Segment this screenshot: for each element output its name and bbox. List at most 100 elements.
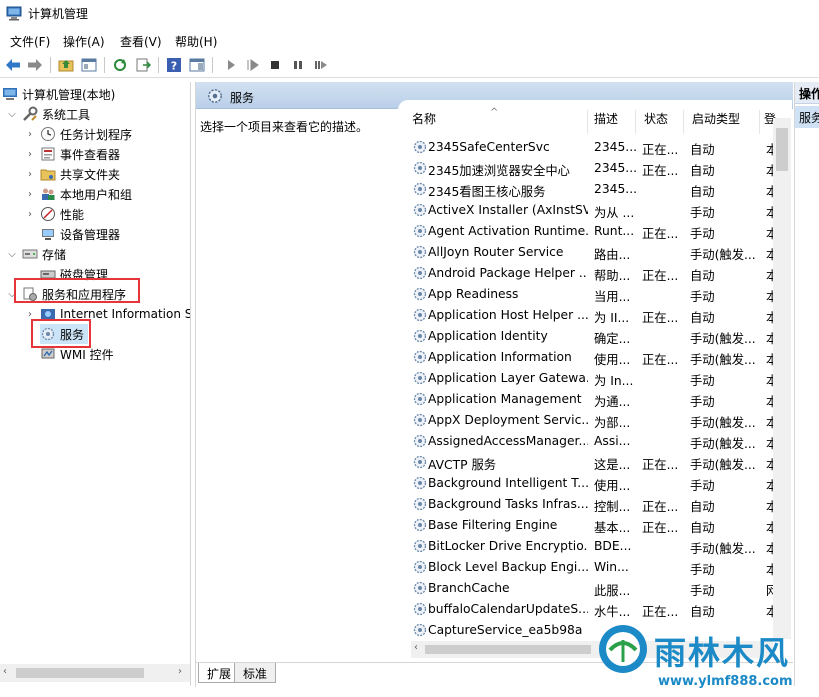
table-row[interactable]: App Readiness 当用... 手动本 (398, 284, 778, 305)
scroll-thumb[interactable] (16, 668, 144, 678)
table-row[interactable]: buffaloCalendarUpdateS... 水牛... 正在... 自动本 (398, 599, 778, 620)
refresh-icon[interactable] (111, 56, 129, 74)
back-arrow-icon[interactable] (4, 56, 22, 74)
gear-icon (413, 623, 427, 637)
tree-item-event-viewer[interactable]: › 事件查看器 (24, 144, 120, 164)
annotation-box-services-apps (14, 278, 140, 303)
service-name: AssignedAccessManager... (428, 434, 588, 448)
menu-help[interactable]: 帮助(H) (175, 33, 217, 50)
table-row[interactable]: Background Intelligent T... 使用... 手动本 (398, 473, 778, 494)
table-row[interactable]: Android Package Helper ... 帮助... 正在... 自动本 (398, 263, 778, 284)
table-row[interactable]: AllJoyn Router Service 路由... 手动(触发... 本 (398, 242, 778, 263)
service-description: 路由... (594, 248, 631, 262)
table-row[interactable]: Application Layer Gatewa... 为 In... 手动本 (398, 368, 778, 389)
tree-item-performance[interactable]: › 性能 (24, 204, 84, 224)
service-description: 使用... (594, 353, 631, 367)
table-row[interactable]: Block Level Backup Engi... Win... 手动本 (398, 557, 778, 578)
table-row[interactable]: 2345SafeCenterSvc 2345... 正在... 自动本 (398, 137, 778, 158)
gear-icon (413, 602, 427, 616)
table-row[interactable]: Base Filtering Engine 基本... 正在... 自动本 (398, 515, 778, 536)
table-row[interactable]: BranchCache 此服... 手动网 (398, 578, 778, 599)
table-row[interactable]: ActiveX Installer (AxInstSV) 为从 ... 手动本 (398, 200, 778, 221)
tree-item-shared-folders[interactable]: › 共享文件夹 (24, 164, 120, 184)
scroll-left-icon[interactable]: ‹ (3, 666, 7, 677)
table-row[interactable]: Application Information 使用... 正在... 手动(触发..… (398, 347, 778, 368)
chevron-right-icon[interactable]: › (24, 149, 36, 160)
tree-item-task-scheduler[interactable]: › 任务计划程序 (24, 124, 132, 144)
service-name: Application Layer Gatewa... (428, 371, 588, 385)
service-name: Application Identity (428, 329, 548, 343)
annotation-box-services (31, 319, 91, 348)
gear-icon (413, 413, 427, 427)
tree-item-storage[interactable]: ⌵ 存储 (6, 244, 66, 264)
table-row[interactable]: Application Management 为通... 手动本 (398, 389, 778, 410)
start-service-icon[interactable] (222, 56, 240, 74)
scroll-thumb[interactable] (776, 128, 788, 171)
service-status: 正在... (642, 311, 679, 325)
scroll-thumb[interactable] (425, 645, 591, 654)
pause-service-icon[interactable] (289, 56, 307, 74)
column-header-status[interactable]: 状态 (636, 110, 684, 134)
table-row[interactable]: BitLocker Drive Encryptio... BDE... 手动(触发.… (398, 536, 778, 557)
tree-item-root[interactable]: 计算机管理(本地) (2, 84, 115, 104)
column-header-name[interactable]: ^ 名称 (398, 107, 588, 134)
table-row[interactable]: Application Identity 确定... 手动(触发... 本 (398, 326, 778, 347)
actions-header: 操作 (795, 82, 819, 104)
table-row[interactable]: Agent Activation Runtime... Runt... 正在... 手… (398, 221, 778, 242)
help-icon[interactable]: ? (165, 56, 183, 74)
forward-arrow-icon[interactable] (26, 56, 44, 74)
service-description: 此服... (594, 584, 631, 598)
scroll-right-icon[interactable]: › (178, 666, 182, 677)
menu-action[interactable]: 操作(A) (63, 33, 105, 50)
table-row[interactable]: Background Tasks Infras... 控制... 正在... 自动本 (398, 494, 778, 515)
column-header-description[interactable]: 描述 (588, 110, 636, 134)
service-name: App Readiness (428, 287, 519, 301)
service-startup-type: 自动 (690, 521, 715, 535)
column-header-label: 名称 (412, 112, 437, 126)
table-row[interactable]: AppX Deployment Servic... 为部... 手动(触发... 本 (398, 410, 778, 431)
service-status: 正在... (642, 458, 679, 472)
chevron-right-icon[interactable]: › (24, 189, 36, 200)
column-header-startup-type[interactable]: 启动类型 (684, 110, 760, 134)
service-name: AVCTP 服务 (428, 458, 497, 472)
chevron-right-icon[interactable]: › (24, 209, 36, 220)
menu-view[interactable]: 查看(V) (120, 33, 162, 50)
service-name: Background Tasks Infras... (428, 497, 588, 511)
service-startup-type: 自动 (690, 143, 715, 157)
tab-standard[interactable]: 标准 (234, 663, 277, 683)
show-tree-icon[interactable] (80, 56, 98, 74)
scroll-left-icon[interactable]: ‹ (414, 642, 418, 653)
service-description: Win... (594, 560, 629, 574)
restart-service-icon[interactable] (312, 56, 330, 74)
chevron-down-icon[interactable]: ⌵ (6, 109, 18, 120)
up-folder-icon[interactable] (57, 56, 75, 74)
stop-service-icon[interactable] (266, 56, 284, 74)
properties-pane-icon[interactable] (188, 56, 206, 74)
services-vertical-scrollbar[interactable] (773, 118, 791, 639)
tree-label: 存储 (42, 247, 67, 262)
tree-item-local-users[interactable]: › 本地用户和组 (24, 184, 132, 204)
services-list: ^ 名称 描述 状态 启动类型 登 2345SafeCenterSvc 2345.… (398, 100, 792, 660)
tree-label: 共享文件夹 (60, 167, 121, 182)
actions-item-services[interactable]: 服务 (795, 106, 819, 128)
tree-item-device-manager[interactable]: 设备管理器 (40, 224, 120, 244)
table-row[interactable]: AssignedAccessManager... Assi... 手动(触发... 本 (398, 431, 778, 452)
export-list-icon[interactable] (134, 56, 152, 74)
menu-file[interactable]: 文件(F) (10, 33, 50, 50)
description-hint: 选择一个项目来查看它的描述。 (200, 120, 369, 134)
service-startup-type: 手动(触发... (690, 353, 756, 367)
service-name: Agent Activation Runtime... (428, 224, 588, 238)
table-row[interactable]: 2345加速浏览器安全中心 2345... 正在... 自动本 (398, 158, 778, 179)
chevron-right-icon[interactable]: › (24, 169, 36, 180)
table-row[interactable]: 2345看图王核心服务 2345... 自动本 (398, 179, 778, 200)
chevron-right-icon[interactable]: › (24, 129, 36, 140)
table-row[interactable]: AVCTP 服务 这是... 正在... 手动(触发... 本 (398, 452, 778, 473)
chevron-down-icon[interactable]: ⌵ (6, 249, 18, 260)
start-service-icon-2[interactable] (244, 56, 262, 74)
table-row[interactable]: Application Host Helper ... 为 II... 正在... 自… (398, 305, 778, 326)
chevron-right-icon[interactable]: › (24, 309, 36, 320)
tree-horizontal-scrollbar[interactable]: ‹ › (0, 664, 190, 682)
tree-item-system-tools[interactable]: ⌵ 系统工具 (6, 104, 90, 124)
toolbar-separator (50, 57, 51, 73)
service-startup-type: 手动 (690, 290, 715, 304)
